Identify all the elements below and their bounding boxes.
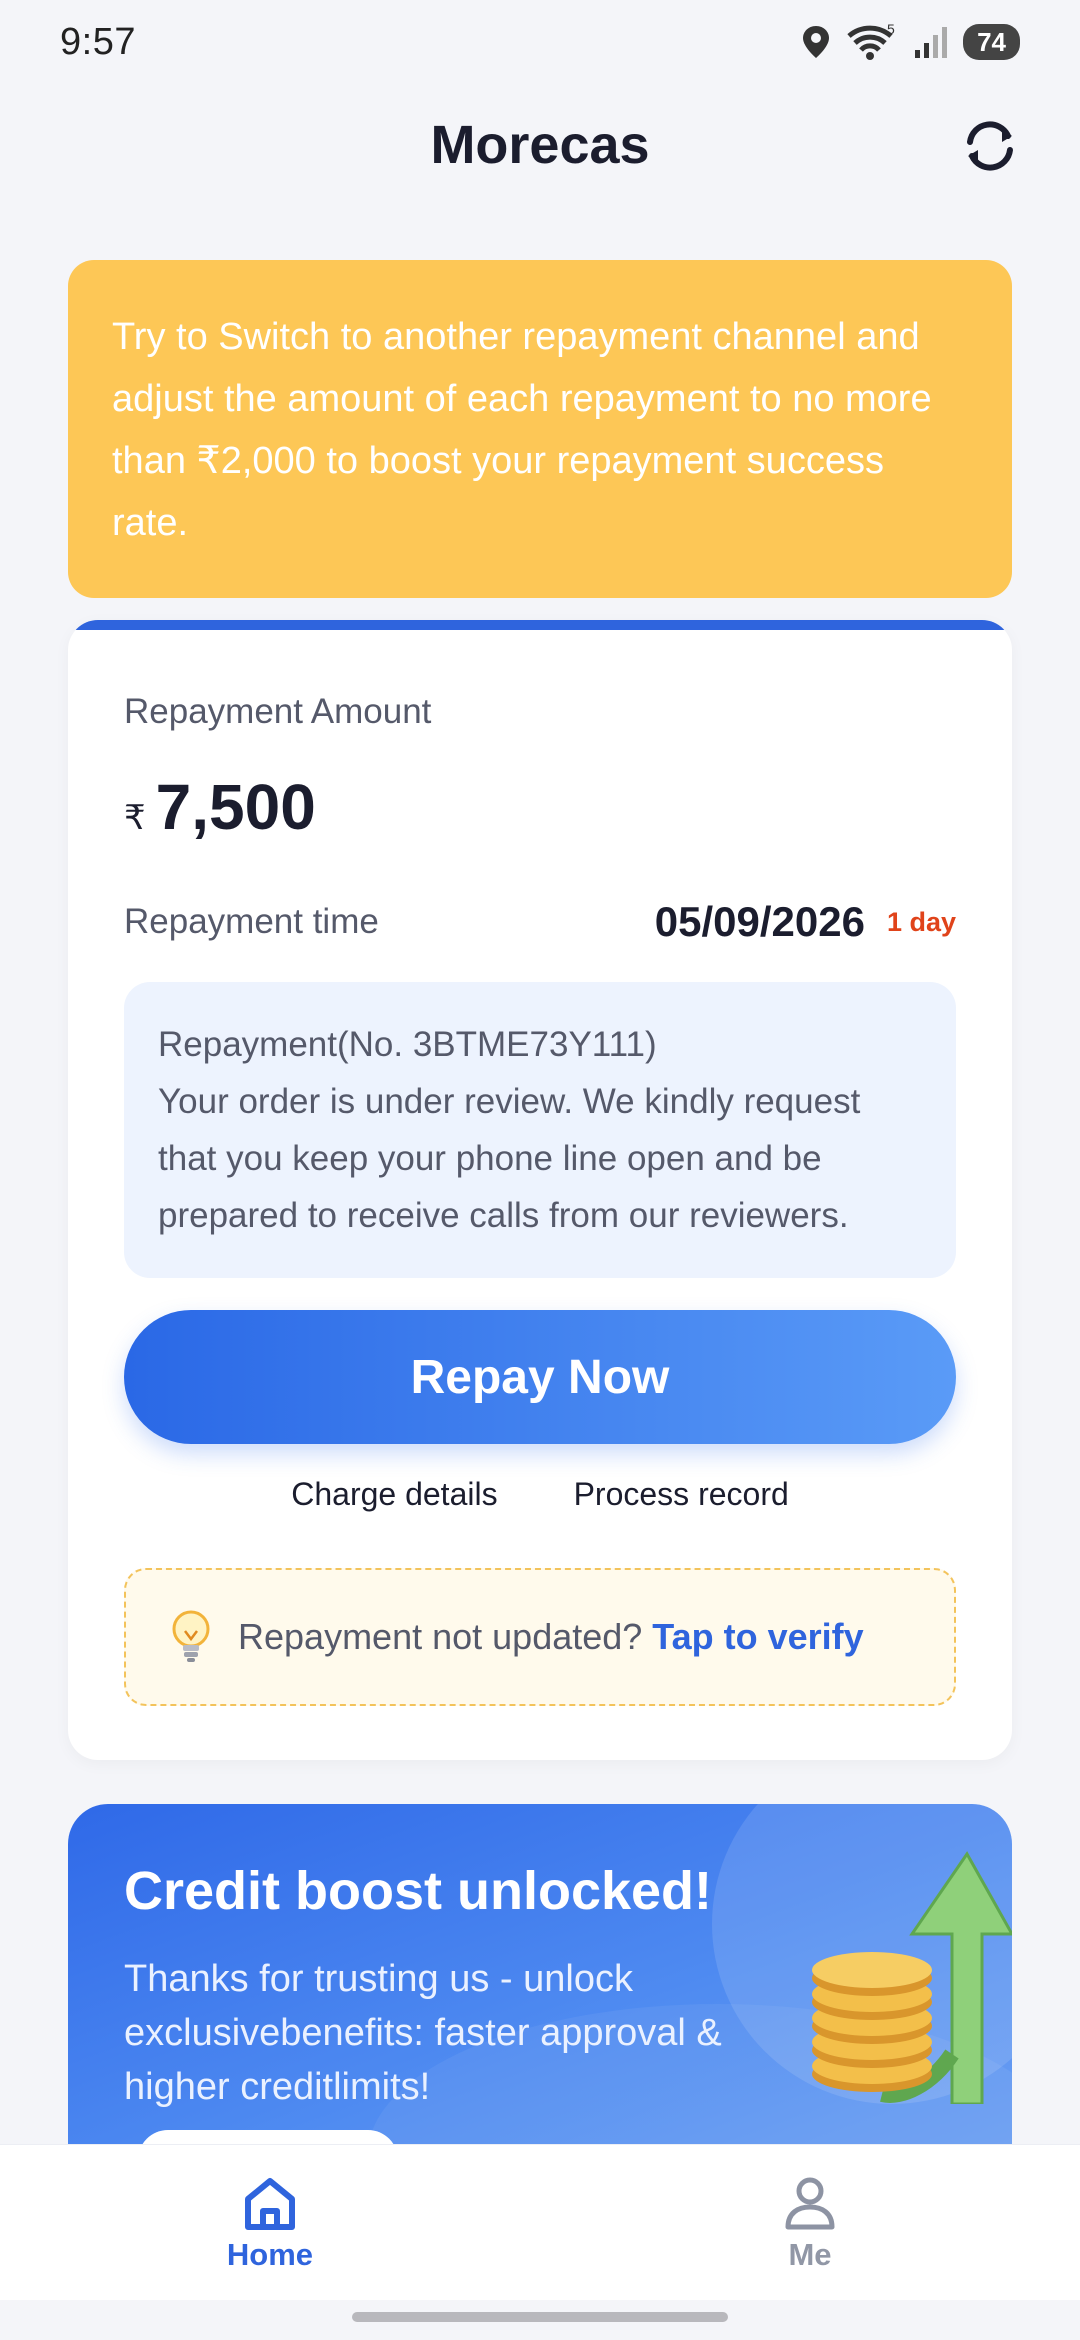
amount-row: ₹ 7,500: [124, 770, 316, 844]
order-status-box: Repayment(No. 3BTME73Y111) Your order is…: [124, 982, 956, 1278]
verify-prompt: Repayment not updated?: [238, 1616, 643, 1657]
repayment-amount: 7,500: [155, 771, 316, 843]
nav-item-home[interactable]: Home: [0, 2145, 540, 2300]
tap-to-verify-link[interactable]: Tap to verify: [652, 1616, 863, 1658]
status-bar: 9:57 5 74: [0, 0, 1080, 84]
nav-label-home: Home: [226, 2236, 314, 2272]
order-status-line: prepared to receive calls from our revie…: [158, 1196, 849, 1235]
order-status-line: that you keep your phone line open and b…: [158, 1139, 822, 1178]
nav-item-me[interactable]: Me: [540, 2145, 1080, 2300]
status-icons: 5 74: [801, 22, 1020, 62]
boost-title: Credit boost unlocked!: [124, 1861, 713, 1921]
order-status-line: Your order is under review. We kindly re…: [158, 1082, 861, 1121]
repay-now-button[interactable]: Repay Now: [124, 1310, 956, 1444]
page-title: Morecas: [430, 115, 650, 175]
person-icon: [785, 2177, 835, 2229]
amount-label: Repayment Amount: [124, 692, 432, 731]
signal-icon: [915, 27, 948, 58]
home-icon: [245, 2177, 295, 2230]
details-links: Charge details Process record: [68, 1476, 1012, 1526]
card-accent-bar: [68, 620, 1012, 630]
repayment-time-right: 05/09/2026 1 day: [655, 898, 956, 946]
app-header: Morecas: [0, 100, 1080, 190]
notice-banner: Try to Switch to another repayment chann…: [68, 260, 1012, 598]
repayment-card: Repayment Amount ₹ 7,500 Repayment time …: [68, 620, 1012, 1760]
charge-details-link[interactable]: Charge details: [291, 1476, 497, 1526]
refresh-button[interactable]: [956, 112, 1024, 180]
lightbulb-icon: [172, 1610, 210, 1662]
repayment-time-label: Repayment time: [124, 902, 379, 941]
repayment-time-row: Repayment time 05/09/2026 1 day: [124, 892, 956, 952]
refresh-icon: [967, 121, 1013, 171]
notice-text: Try to Switch to another repayment chann…: [112, 316, 932, 544]
battery-icon: 74: [963, 24, 1020, 60]
coins-arrow-icon: [812, 1851, 1012, 2104]
process-record-link[interactable]: Process record: [574, 1476, 789, 1526]
order-number: Repayment(No. 3BTME73Y111): [158, 1025, 657, 1064]
boost-action-button[interactable]: [138, 2130, 398, 2144]
currency-symbol: ₹: [124, 799, 146, 837]
days-left-badge: 1 day: [886, 906, 956, 937]
wifi-badge: 5: [887, 22, 895, 37]
wifi-icon: 5: [847, 22, 895, 60]
verify-repayment-box[interactable]: Repayment not updated? Tap to verify: [124, 1568, 956, 1706]
bottom-nav: Home Me: [0, 2144, 1080, 2300]
location-icon: [803, 26, 830, 58]
status-time: 9:57: [60, 20, 136, 63]
nav-label-me: Me: [788, 2236, 832, 2272]
boost-description: Thanks for trusting us - unlock exclusiv…: [124, 1958, 722, 2108]
repayment-date: 05/09/2026: [654, 898, 865, 945]
home-indicator[interactable]: [352, 2312, 728, 2322]
credit-boost-banner[interactable]: Credit boost unlocked! Thanks for trusti…: [68, 1804, 1012, 2144]
